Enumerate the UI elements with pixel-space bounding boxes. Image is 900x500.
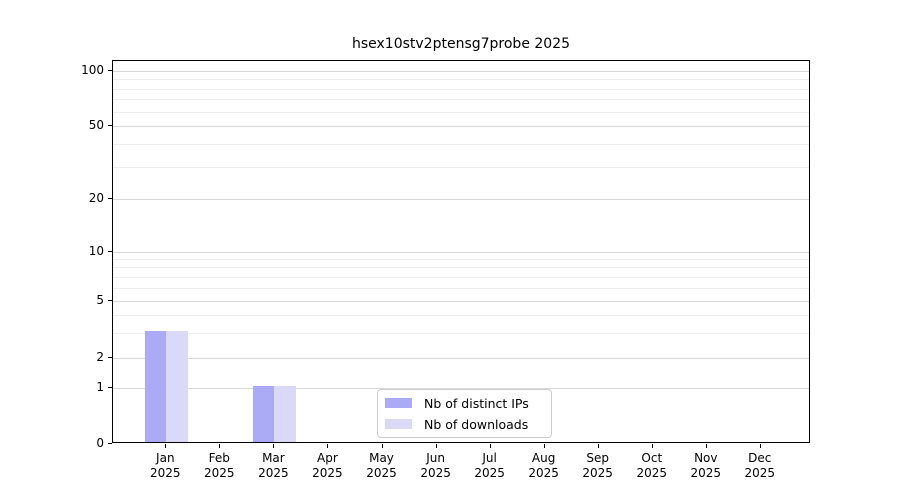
x-tick-mark-jul xyxy=(489,444,491,448)
y-tick-label-50: 50 xyxy=(88,118,104,132)
gridline-8 xyxy=(113,267,809,269)
gridline-2 xyxy=(113,358,809,359)
y-tick-mark-20 xyxy=(108,198,112,199)
legend-swatch-distinct-ips xyxy=(385,398,412,408)
chart-canvas: hsex10stv2ptensg7probe 2025 0 1 2 5 10 20 50 10… xyxy=(0,0,900,500)
bar-jan-distinct-ips xyxy=(144,330,167,442)
x-tick-mark-jan xyxy=(165,444,167,448)
bar-jan-downloads xyxy=(166,330,188,442)
y-tick-label-100: 100 xyxy=(81,63,104,77)
gridline-5 xyxy=(113,300,809,302)
gridline-70 xyxy=(113,99,809,101)
legend-swatch-downloads xyxy=(385,419,412,429)
y-tick-label-20: 20 xyxy=(88,191,104,205)
gridline-60 xyxy=(113,111,809,113)
x-tick-mark-feb xyxy=(219,444,221,448)
bar-mar-downloads xyxy=(274,386,296,442)
x-tick-label-dec: Dec 2025 xyxy=(744,451,776,480)
x-tick-mark-may xyxy=(381,444,383,448)
y-tick-mark-50 xyxy=(108,125,112,126)
gridline-3 xyxy=(113,332,809,334)
gridline-40 xyxy=(113,143,809,145)
y-tick-label-10: 10 xyxy=(88,243,104,258)
gridline-50 xyxy=(113,126,809,127)
gridline-9 xyxy=(113,258,809,260)
gridline-90 xyxy=(113,79,809,81)
gridline-80 xyxy=(113,88,809,90)
x-tick-mark-mar xyxy=(273,444,275,448)
y-tick-label-5: 5 xyxy=(96,292,104,307)
gridline-20 xyxy=(113,199,809,200)
legend-label-distinct-ips: Nb of distinct IPs xyxy=(424,395,529,411)
gridline-100 xyxy=(113,71,809,72)
legend-label-downloads: Nb of downloads xyxy=(424,416,529,432)
plot-area xyxy=(112,60,810,443)
y-tick-mark-0 xyxy=(108,443,112,444)
chart-title: hsex10stv2ptensg7probe 2025 xyxy=(351,36,571,52)
x-tick-mark-jun xyxy=(435,444,437,448)
y-tick-mark-100 xyxy=(108,70,112,71)
x-tick-mark-dec xyxy=(759,444,761,448)
y-tick-mark-1 xyxy=(108,387,112,388)
y-tick-label-0: 0 xyxy=(96,436,104,450)
legend: Nb of distinct IPs Nb of downloads xyxy=(377,389,552,438)
y-tick-label-2: 2 xyxy=(96,350,104,364)
y-tick-label-1: 1 xyxy=(96,380,104,394)
gridline-30 xyxy=(113,166,809,168)
x-tick-mark-apr xyxy=(327,444,329,448)
y-tick-mark-5 xyxy=(108,299,112,301)
x-tick-mark-nov xyxy=(705,444,707,448)
y-tick-mark-10 xyxy=(108,250,112,252)
y-tick-mark-2 xyxy=(108,357,112,358)
gridline-10 xyxy=(113,251,809,253)
gridline-6 xyxy=(113,287,809,289)
legend-row-downloads: Nb of downloads xyxy=(385,415,544,433)
legend-row-distinct-ips: Nb of distinct IPs xyxy=(385,394,544,412)
x-tick-mark-sep xyxy=(597,444,599,448)
x-tick-mark-oct xyxy=(651,444,653,448)
gridline-4 xyxy=(113,314,809,316)
x-tick-mark-aug xyxy=(543,444,545,448)
gridline-7 xyxy=(113,276,809,278)
bar-mar-distinct-ips xyxy=(252,386,275,442)
